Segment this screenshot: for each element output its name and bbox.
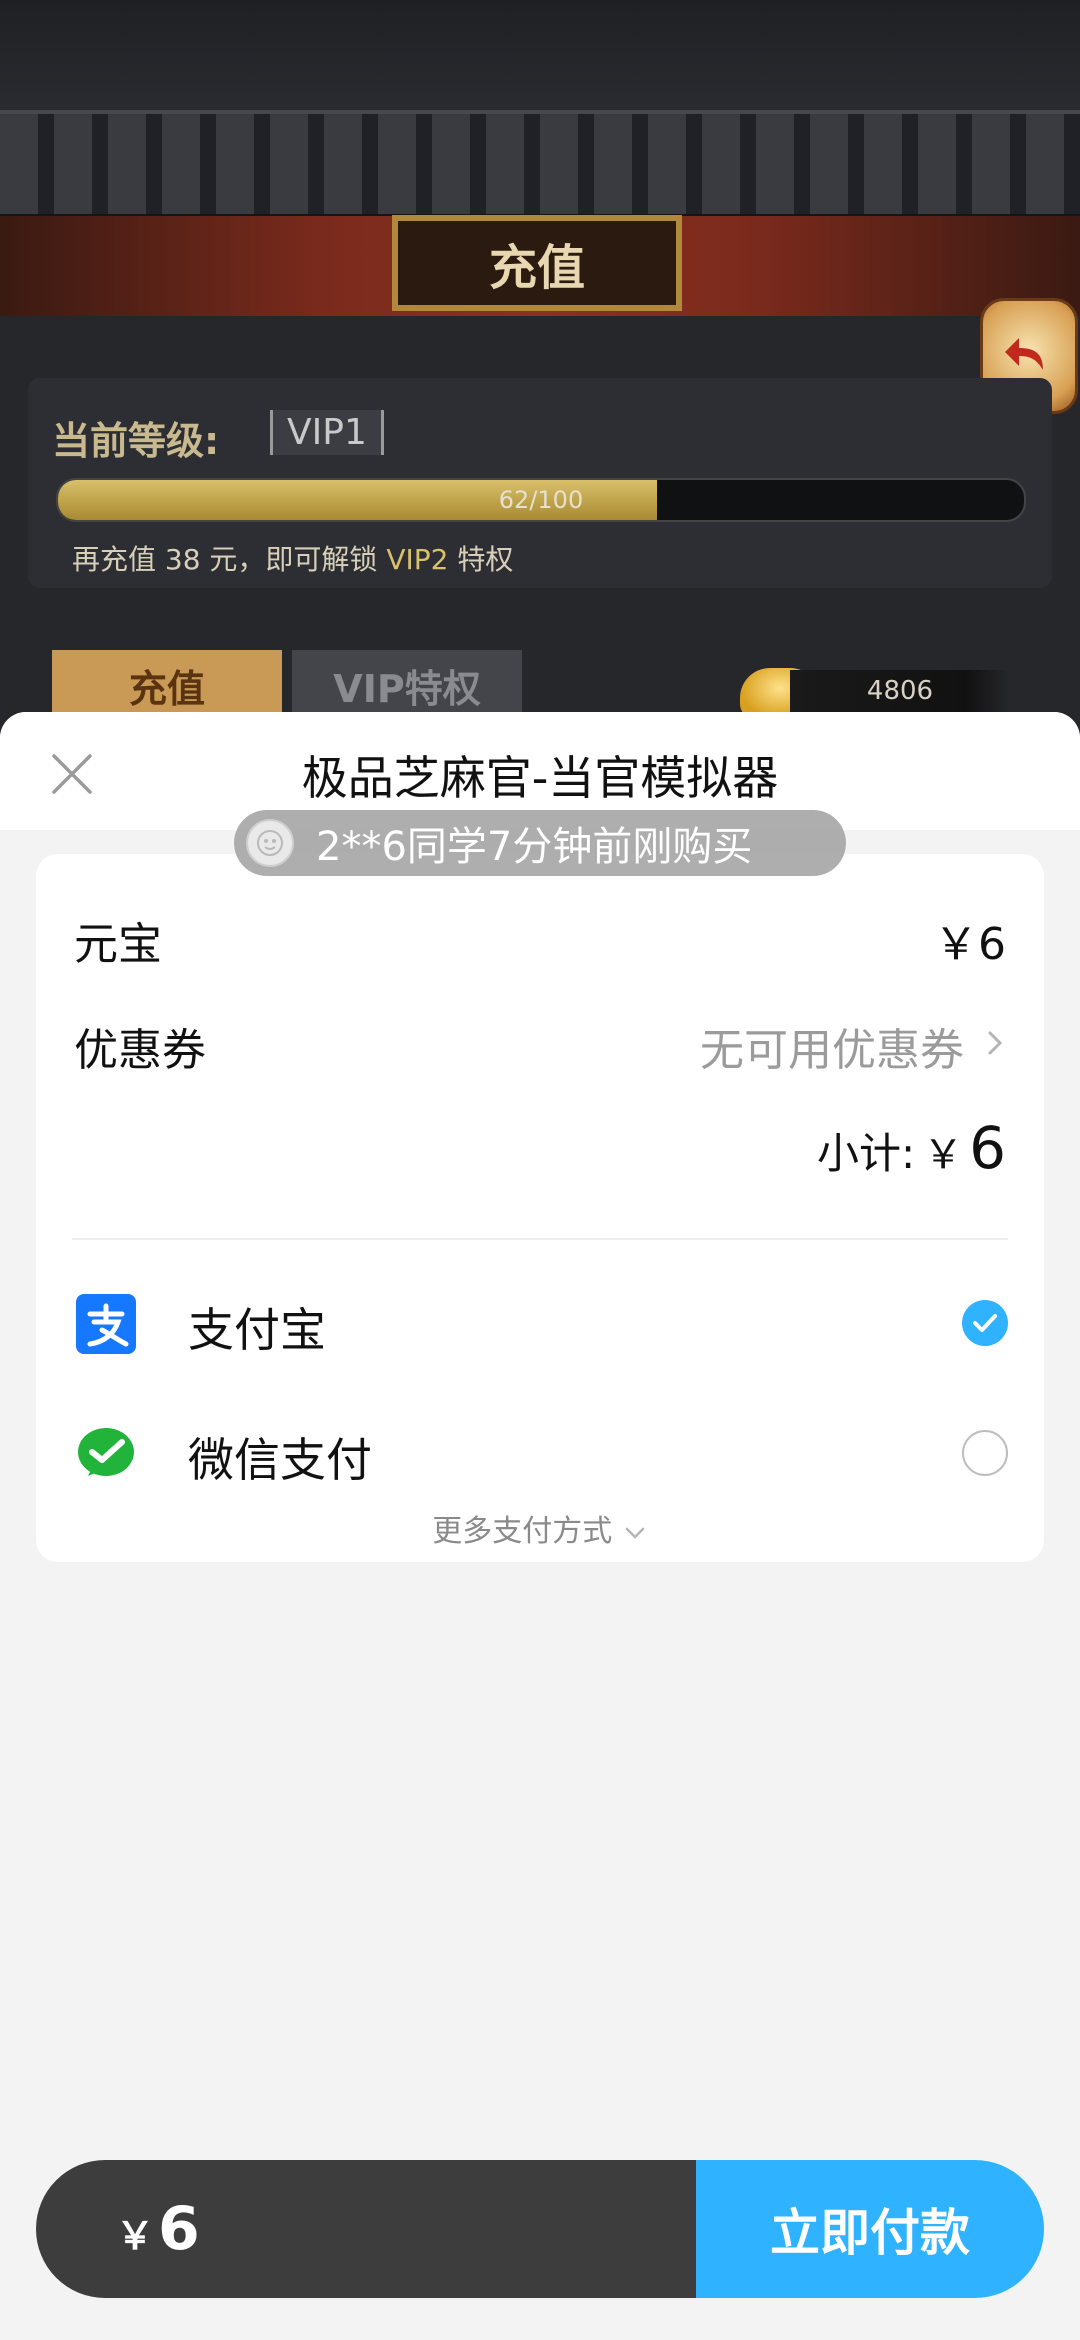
total-value: 6 [158, 2194, 200, 2264]
game-title: 充值 [488, 240, 585, 296]
payment-option-wechat[interactable]: 微信支付 [36, 1404, 1044, 1504]
vip-progress-bar: 62/100 [56, 478, 1026, 522]
vip-upgrade-hint: 再充值 38 元，即可解锁 VIP2 特权 [72, 538, 513, 578]
more-payment-methods[interactable]: 更多支付方式 [36, 1506, 1044, 1550]
coin-count: 4806 [790, 670, 1010, 712]
item-label: 元宝 [74, 919, 162, 970]
sheet-title: 极品芝麻官-当官模拟器 [301, 751, 779, 805]
chevron-down-icon [625, 1527, 645, 1539]
total-currency: ￥ [116, 2214, 155, 2258]
roof-top [0, 0, 1080, 110]
avatar [246, 819, 294, 867]
item-price: ￥6 [934, 919, 1006, 970]
coupon-value[interactable]: 无可用优惠券 [700, 1014, 964, 1078]
payment-label-alipay: 支付宝 [188, 1303, 326, 1357]
chevron-right-icon[interactable] [980, 1028, 1010, 1058]
game-title-plaque: 充值 [392, 215, 682, 311]
subtotal-label: 小计: [816, 1129, 916, 1178]
divider [72, 1238, 1008, 1240]
purchase-ticker: 2**6同学7分钟前刚购买 [234, 810, 846, 876]
vip-progress-text: 62/100 [498, 486, 584, 514]
subtotal-amount: 6 [969, 1114, 1006, 1182]
avatar-face-icon [257, 830, 283, 856]
back-arrow-icon [1005, 338, 1043, 370]
more-payment-label: 更多支付方式 [432, 1514, 613, 1549]
bottom-pay-bar: ￥ 6 立即付款 [36, 2160, 1044, 2298]
checkmark-icon [973, 1314, 997, 1332]
total-amount: ￥ 6 [36, 2160, 696, 2298]
payment-sheet: 极品芝麻官-当官模拟器 2**6同学7分钟前刚购买 元宝 ￥6 优惠券 无可用优… [0, 712, 1080, 2340]
roof-tiles [0, 110, 1080, 220]
radio-alipay-selected[interactable] [962, 1300, 1008, 1346]
tab-recharge[interactable]: 充值 [52, 650, 282, 720]
hint-suffix: 特权 [457, 543, 514, 576]
pay-now-button[interactable]: 立即付款 [696, 2160, 1044, 2298]
vip-level-label: 当前等级: [52, 419, 220, 463]
ticker-text: 2**6同学7分钟前刚购买 [316, 824, 753, 870]
alipay-icon [76, 1294, 136, 1354]
subtotal: 小计: ￥ 6 [817, 1114, 1006, 1182]
radio-wechat[interactable] [962, 1430, 1008, 1476]
tab-vip-privileges[interactable]: VIP特权 [292, 650, 522, 720]
hint-prefix: 再充值 38 元，即可解锁 [72, 543, 378, 576]
order-card: 元宝 ￥6 优惠券 无可用优惠券 小计: ￥ 6 支付宝 微信支付 更多支付方式 [36, 854, 1044, 1562]
wechat-pay-icon [78, 1428, 134, 1476]
payment-option-alipay[interactable]: 支付宝 [36, 1274, 1044, 1374]
hint-vip: VIP2 [386, 543, 449, 576]
vip-level-badge: VIP1 [270, 410, 384, 455]
coupon-label: 优惠券 [74, 1025, 206, 1076]
subtotal-currency: ￥ [923, 1132, 964, 1178]
payment-label-wechat: 微信支付 [188, 1433, 372, 1487]
